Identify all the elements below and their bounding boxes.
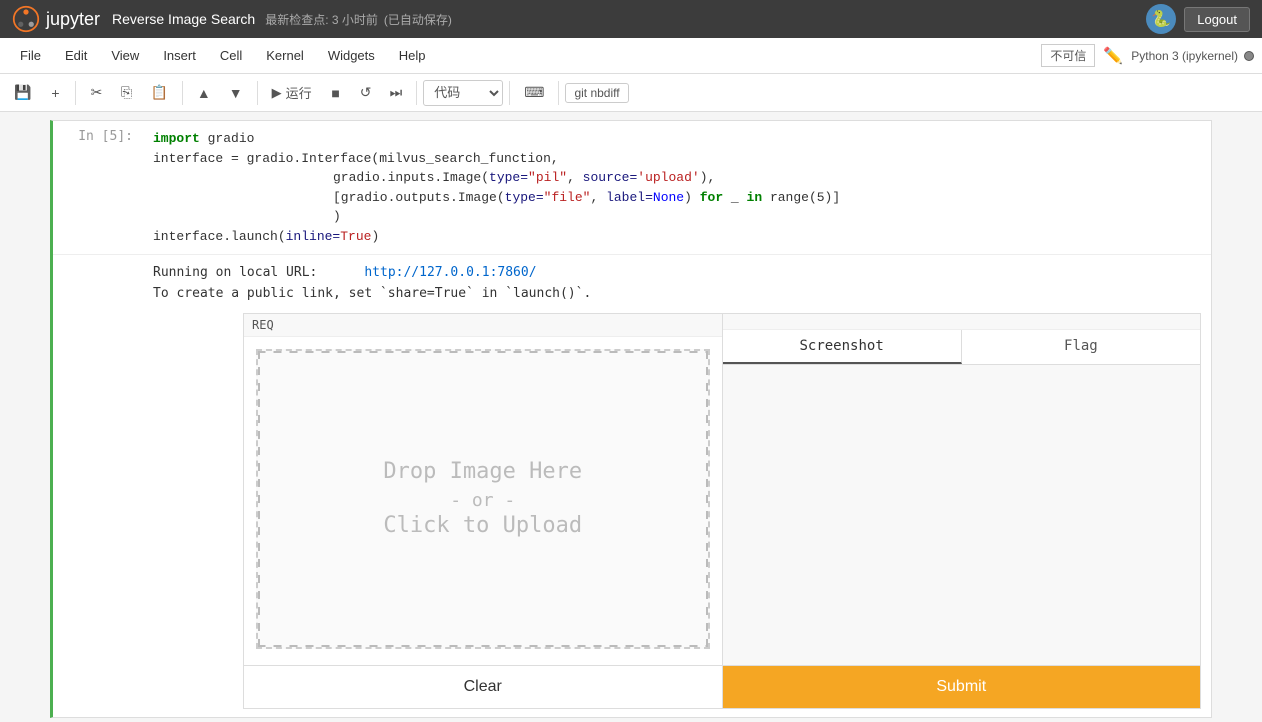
upload-area[interactable]: Drop Image Here - or - Click to Upload [256, 349, 710, 649]
output-running-text: Running on local URL: http://127.0.0.1:7… [153, 263, 1201, 284]
output-tabs: Screenshot Flag [723, 330, 1201, 365]
kernel-label: Python 3 (ipykernel) [1131, 49, 1238, 63]
menu-help[interactable]: Help [387, 38, 438, 73]
jupyter-logo-icon [12, 5, 40, 33]
code-line-4: [gradio.outputs.Image(type="file", label… [153, 188, 1201, 208]
cell-prompt: In [5]: [53, 121, 143, 254]
tab-screenshot[interactable]: Screenshot [723, 330, 962, 364]
logout-button[interactable]: Logout [1184, 7, 1250, 32]
code-line-5: ) [153, 207, 1201, 227]
menu-edit[interactable]: Edit [53, 38, 99, 73]
run-label: 运行 [286, 83, 312, 102]
menu-bar: File Edit View Insert Cell Kernel Widget… [0, 38, 1262, 74]
submit-button[interactable]: Submit [723, 666, 1201, 708]
output-public-link: To create a public link, set `share=True… [153, 284, 1201, 305]
jupyter-logo: jupyter [12, 5, 100, 33]
kernel-indicator: Python 3 (ipykernel) [1131, 49, 1254, 63]
gradio-input-panel: REQ Drop Image Here - or - Click to Uplo… [243, 313, 723, 666]
move-down-button[interactable]: ▼ [221, 79, 251, 107]
upload-text-or: - or - [450, 490, 515, 511]
save-button[interactable]: 💾 [6, 79, 39, 107]
code-cell: In [5]: import gradio interface = gradio… [50, 120, 1212, 718]
upload-text-main: Drop Image Here [383, 459, 582, 484]
top-bar-right: 🐍 Logout [1146, 4, 1250, 34]
toolbar-separator-4 [416, 81, 417, 105]
jupyter-text: jupyter [46, 9, 100, 30]
cell-output: Running on local URL: http://127.0.0.1:7… [53, 254, 1211, 717]
menu-view[interactable]: View [99, 38, 151, 73]
upload-text-click: Click to Upload [383, 513, 582, 538]
notebook-title: Reverse Image Search [112, 11, 255, 27]
output-url-link[interactable]: http://127.0.0.1:7860/ [364, 265, 536, 280]
menu-file[interactable]: File [8, 38, 53, 73]
cell-input-area: In [5]: import gradio interface = gradio… [53, 121, 1211, 254]
tab-flag[interactable]: Flag [962, 330, 1200, 364]
clear-button[interactable]: Clear [244, 666, 723, 708]
fast-forward-button[interactable]: ⏭ [382, 79, 411, 107]
menu-widgets[interactable]: Widgets [316, 38, 387, 73]
menu-kernel[interactable]: Kernel [254, 38, 316, 73]
toolbar: 💾 + ✂ ⎘ 📋 ▲ ▼ ▶ 运行 ■ ↺ ⏭ 代码 ⌨ git nbdiff [0, 74, 1262, 112]
pencil-icon[interactable]: ✏️ [1103, 46, 1123, 66]
notebook-area: In [5]: import gradio interface = gradio… [0, 112, 1262, 722]
run-icon: ▶ [272, 85, 282, 101]
toolbar-separator-6 [558, 81, 559, 105]
code-line-6: interface.launch(inline=True) [153, 227, 1201, 247]
trust-button[interactable]: 不可信 [1041, 44, 1095, 67]
notebook-meta2: (已自动保存) [384, 11, 452, 28]
menu-insert[interactable]: Insert [151, 38, 208, 73]
python-icon: 🐍 [1146, 4, 1176, 34]
top-bar: jupyter Reverse Image Search 最新检查点: 3 小时… [0, 0, 1262, 38]
output-tab-content [723, 365, 1201, 665]
buttons-row: Clear Submit [243, 666, 1201, 709]
notebook-meta1: 最新检查点: 3 小时前 [265, 11, 378, 28]
kernel-status-circle [1244, 51, 1254, 61]
code-line-3: gradio.inputs.Image(type="pil", source='… [153, 168, 1201, 188]
add-cell-button[interactable]: + [41, 79, 69, 107]
run-button[interactable]: ▶ 运行 [264, 79, 320, 107]
cell-code[interactable]: import gradio interface = gradio.Interfa… [143, 121, 1211, 254]
req-label: REQ [244, 314, 722, 337]
running-text: Running on local URL: [153, 265, 317, 280]
gradio-container: REQ Drop Image Here - or - Click to Uplo… [243, 313, 1201, 666]
paste-button[interactable]: 📋 [142, 79, 175, 107]
output-top-spacer [723, 314, 1201, 330]
cut-button[interactable]: ✂ [82, 79, 110, 107]
gradio-output-panel: Screenshot Flag [723, 313, 1202, 666]
toolbar-separator-3 [257, 81, 258, 105]
toolbar-separator-5 [509, 81, 510, 105]
toolbar-separator-1 [75, 81, 76, 105]
copy-button[interactable]: ⎘ [112, 79, 140, 107]
toolbar-separator-2 [182, 81, 183, 105]
cell-type-select[interactable]: 代码 [423, 80, 503, 106]
menu-cell[interactable]: Cell [208, 38, 254, 73]
code-line-2: interface = gradio.Interface(milvus_sear… [153, 149, 1201, 169]
code-line-1: import gradio [153, 129, 1201, 149]
keyboard-button[interactable]: ⌨ [516, 79, 552, 107]
move-up-button[interactable]: ▲ [189, 79, 219, 107]
restart-button[interactable]: ↺ [352, 79, 380, 107]
stop-button[interactable]: ■ [322, 79, 350, 107]
git-badge[interactable]: git nbdiff [565, 83, 628, 103]
